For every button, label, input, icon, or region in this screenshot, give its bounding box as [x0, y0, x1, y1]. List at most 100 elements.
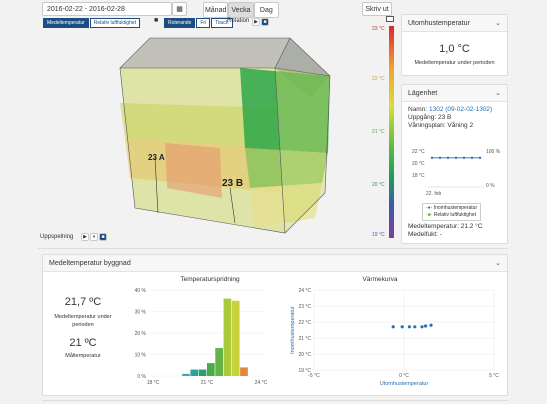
- mini-y-20: 20 °C: [412, 161, 425, 167]
- hist-bar: [207, 363, 215, 376]
- mode-tags: Medeltemperatur Relativ luftfuktighet: [43, 18, 141, 28]
- scatter-y-tick: 21 °C: [298, 336, 311, 342]
- mini-y-100: 100 %: [486, 149, 501, 155]
- apartment-name-row: Namn: 1302 (09-02-02-1302): [408, 106, 501, 114]
- mini-temp-point: [446, 156, 450, 159]
- temperature-histogram: 40 % 30 % 20 % 10 % 0 %18 °C 21 °C 24 °C: [135, 288, 268, 386]
- view-rotating-tag[interactable]: Roterande: [164, 18, 196, 28]
- chevron-down-icon[interactable]: ⌄: [495, 89, 501, 97]
- divider-line: [38, 248, 508, 249]
- avg-hum-label: Medelfukt:: [408, 231, 438, 238]
- apartment-panel-title: Lägenhet: [408, 89, 438, 97]
- apartment-entrance-row: Uppgång: 23 B: [408, 114, 501, 122]
- scatter-y-tick: 24 °C: [298, 288, 311, 294]
- playback-label: Uppspelning: [40, 234, 74, 240]
- mini-chart: 22 °C 20 °C 18 °C 100 % 0 % 22. feb: [406, 149, 505, 197]
- playback-stop-button[interactable]: ■: [99, 233, 107, 241]
- building-3d-model[interactable]: 23 A 23 B: [110, 28, 360, 243]
- hist-y-tick: 20 %: [135, 331, 147, 337]
- legend-temp[interactable]: Inomhustemperatur: [434, 205, 477, 211]
- scatter-point: [420, 325, 424, 329]
- chevron-down-icon[interactable]: ⌄: [495, 19, 501, 27]
- mini-temp-point: [454, 156, 458, 159]
- color-scale-bar: [389, 26, 394, 238]
- scale-label-20: 20 °C: [372, 182, 385, 188]
- hist-bar: [240, 367, 248, 376]
- scatter-y-tick: 23 °C: [298, 304, 311, 310]
- date-range-input[interactable]: 2016-02-22 - 2016-02-28: [42, 2, 172, 16]
- outdoor-panel-title: Utomhustemperatur: [408, 19, 470, 27]
- building-panel-title: Medeltemperatur byggnad: [49, 259, 131, 267]
- mini-temp-point: [478, 156, 482, 159]
- histogram-title: Temperaturspridning: [180, 276, 240, 283]
- color-scale-marker: [386, 16, 394, 22]
- building-avg-value: 21,7 ºC: [64, 296, 102, 308]
- apartment-name-link[interactable]: 1302 (09-02-02-1302): [429, 106, 492, 113]
- scatter-title: Värmekurva: [362, 276, 398, 283]
- mini-y-22: 22 °C: [412, 149, 425, 155]
- hist-bar: [198, 369, 207, 376]
- scatter-y-label: Inomhustemperatur: [290, 306, 296, 354]
- mini-temp-point: [470, 156, 474, 159]
- mini-temp-point: [430, 156, 434, 159]
- entrance-value: 23 B: [438, 114, 452, 121]
- scale-label-23: 23 °C: [372, 26, 385, 32]
- playback-pause-button[interactable]: ⏸: [90, 233, 98, 241]
- entrance-label: Uppgång:: [408, 114, 437, 121]
- building-target-caption: Måltemperatur: [65, 353, 101, 359]
- apartment-name-label: Namn:: [408, 106, 428, 113]
- legend-temp-marker: -●-: [426, 205, 433, 211]
- scatter-point: [407, 325, 411, 329]
- footer-divider: [42, 400, 508, 401]
- hist-bar: [231, 300, 240, 376]
- apartment-averages: Medeltemperatur: 21.2 °C Medelfukt: -: [408, 223, 483, 239]
- period-week-button[interactable]: Vecka: [228, 2, 254, 18]
- mode-humidity-tag[interactable]: Relativ luftfuktighet: [89, 18, 141, 28]
- chevron-down-icon[interactable]: ⌄: [495, 259, 501, 267]
- scatter-point: [424, 324, 428, 328]
- scatter-x-tick: -5 °C: [308, 373, 320, 379]
- hist-bar: [223, 298, 232, 376]
- hist-y-tick: 10 %: [135, 353, 147, 359]
- mini-temp-point: [462, 156, 466, 159]
- floor-label: Våningsplan:: [408, 122, 446, 129]
- outdoor-panel-header[interactable]: Utomhustemperatur ⌄: [402, 15, 507, 32]
- entrance-label-b: 23 B: [222, 178, 243, 189]
- playback-play-button[interactable]: ▶: [81, 233, 89, 241]
- scatter-y-tick: 20 °C: [298, 352, 311, 358]
- scatter-x-tick: 0 °C: [399, 373, 409, 379]
- mini-y-0: 0 %: [486, 183, 495, 189]
- mode-temperature-tag[interactable]: Medeltemperatur: [43, 18, 89, 28]
- scale-label-19: 19 °C: [372, 232, 385, 238]
- legend-hum-marker: -■-: [426, 212, 433, 218]
- period-day-button[interactable]: Dag: [253, 2, 279, 18]
- avg-temp-label: Medeltemperatur:: [408, 223, 459, 230]
- scatter-x-tick: 5 °C: [489, 373, 499, 379]
- apartment-panel-header[interactable]: Lägenhet ⌄: [402, 85, 507, 102]
- scatter-point: [391, 325, 395, 329]
- hist-x-tick: 21 °C: [201, 380, 214, 386]
- period-month-button[interactable]: Månad: [203, 2, 229, 18]
- outdoor-temperature-panel: Utomhustemperatur ⌄ 1,0 °C Medeltemperat…: [401, 14, 508, 76]
- rotation-pause-button[interactable]: ■: [261, 18, 269, 26]
- hist-x-tick: 24 °C: [255, 380, 268, 386]
- hist-y-tick: 40 %: [135, 288, 147, 294]
- avg-temp-value: 21.2 °C: [460, 223, 483, 230]
- calendar-button[interactable]: ▦: [172, 2, 187, 16]
- calendar-icon: ▦: [176, 6, 183, 13]
- mini-temp-point: [438, 156, 442, 159]
- scale-label-22: 22 °C: [372, 76, 385, 82]
- mini-x-label: 22. feb: [426, 191, 442, 197]
- rotation-play-button[interactable]: ▶: [252, 18, 260, 26]
- floor-value: Våning 2: [447, 122, 474, 129]
- avg-hum-value: -: [439, 231, 442, 238]
- outdoor-value: 1,0 °C: [439, 43, 470, 55]
- print-button[interactable]: Skriv ut: [362, 2, 392, 16]
- mini-chart-plot: [428, 156, 484, 188]
- apartment-panel: Lägenhet ⌄ Namn: 1302 (09-02-02-1302) Up…: [401, 84, 508, 244]
- view-free-tag[interactable]: Fri: [196, 18, 211, 28]
- legend-hum[interactable]: Relativ luftfuktighet: [434, 212, 476, 218]
- building-panel-header[interactable]: Medeltemperatur byggnad ⌄: [43, 255, 507, 272]
- date-range-text: 2016-02-22 - 2016-02-28: [47, 5, 125, 13]
- apartment-floor-row: Våningsplan: Våning 2: [408, 122, 501, 130]
